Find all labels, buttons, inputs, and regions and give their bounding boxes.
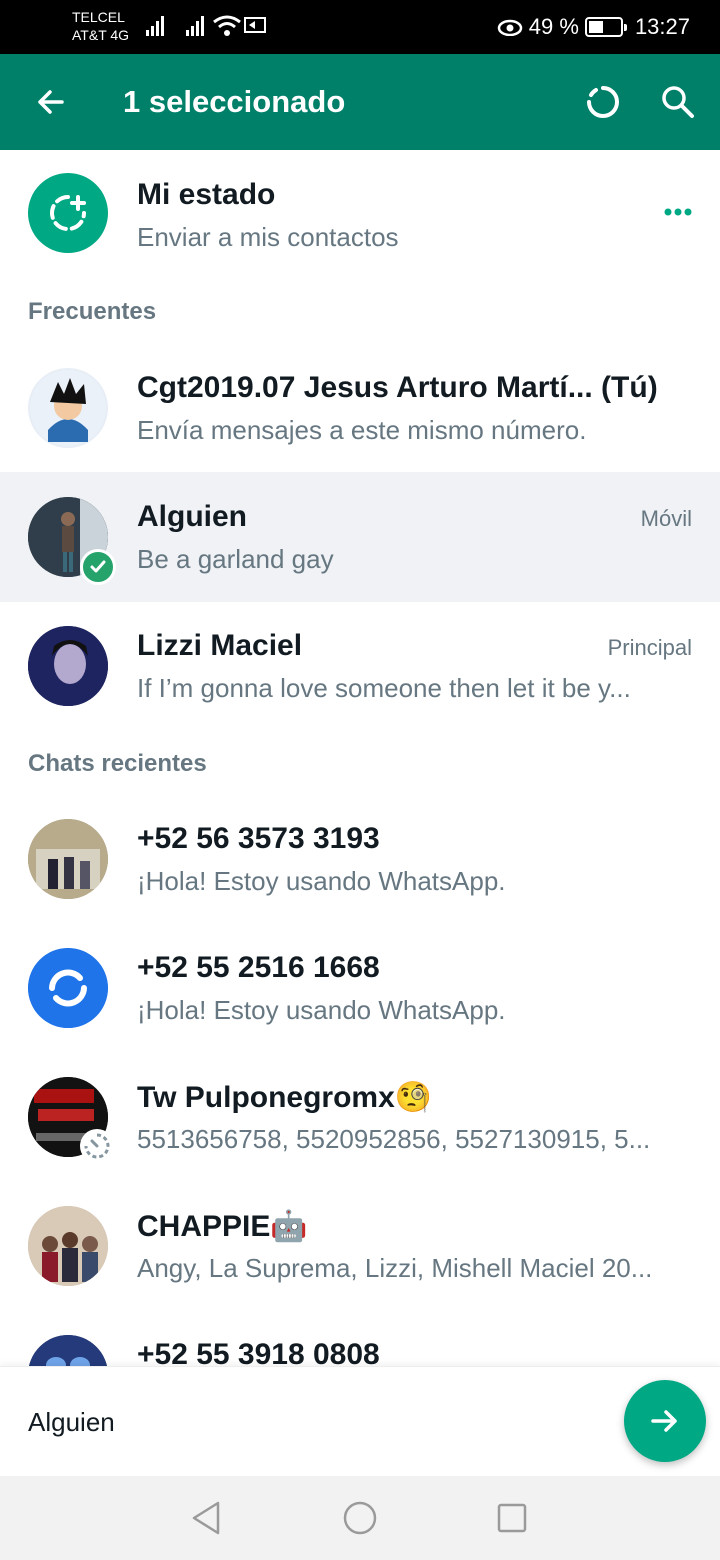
my-status-title: Mi estado: [137, 178, 276, 211]
contact-subtitle: If I’m gonna love someone then let it be…: [137, 673, 631, 703]
contact-row-selected[interactable]: Alguien Be a garland gay Móvil: [0, 472, 720, 602]
avatar: [28, 1206, 108, 1286]
avatar: [28, 819, 108, 899]
square-recents-icon: [497, 1503, 527, 1533]
eye-comfort-icon: [497, 19, 523, 36]
back-button[interactable]: [28, 80, 72, 124]
chat-name: +52 55 2516 1668: [137, 951, 380, 984]
add-status-icon: [50, 195, 86, 231]
nav-home-button[interactable]: [340, 1498, 380, 1538]
avatar: [28, 1335, 108, 1366]
chat-name: +52 55 3918 0808: [137, 1338, 380, 1366]
nav-recents-button[interactable]: [492, 1498, 532, 1538]
chat-name: CHAPPIE🤖: [137, 1210, 308, 1243]
chat-row[interactable]: CHAPPIE🤖 Angy, La Suprema, Lizzi, Mishel…: [0, 1181, 720, 1311]
send-button[interactable]: [624, 1380, 706, 1462]
contact-phone-type: Principal: [607, 635, 692, 660]
section-header-frequent: Frecuentes: [28, 298, 157, 325]
chat-row[interactable]: Tw Pulponegromx🧐 5513656758, 5520952856,…: [0, 1052, 720, 1182]
selection-bar: Alguien: [0, 1366, 720, 1476]
triangle-back-icon: [192, 1501, 220, 1535]
my-status-row[interactable]: Mi estado Enviar a mis contactos: [0, 150, 720, 280]
contact-name: Alguien: [137, 500, 247, 533]
chat-subtitle: ¡Hola! Estoy usando WhatsApp.: [137, 995, 506, 1025]
contact-phone-type: Móvil: [640, 506, 692, 531]
carrier-name-2: AT&T 4G: [72, 27, 130, 43]
carrier-info: TELCEL AT&T 4G: [72, 8, 129, 44]
avatar: [28, 497, 116, 585]
contact-subtitle: Envía mensajes a este mismo número.: [137, 415, 587, 445]
avatar: [28, 1077, 114, 1163]
contact-row[interactable]: Cgt2019.07 Jesus Arturo Martí... (Tú) En…: [0, 343, 720, 473]
my-status-avatar[interactable]: [28, 173, 108, 253]
battery-percent: 49 %: [528, 14, 579, 39]
system-nav-bar: [0, 1476, 720, 1560]
status-button[interactable]: [581, 80, 625, 124]
status-right: 49 % 13:27: [497, 14, 690, 40]
avatar: [28, 948, 108, 1028]
clock: 13:27: [634, 14, 690, 39]
selected-check-icon: [80, 549, 116, 585]
battery-icon: [584, 17, 627, 37]
section-header-recent: Chats recientes: [28, 750, 207, 777]
avatar: [28, 368, 108, 448]
chat-subtitle: ¡Hola! Estoy usando WhatsApp.: [137, 866, 506, 896]
signal-icon: [146, 14, 164, 36]
nav-back-button[interactable]: [186, 1498, 226, 1538]
chat-name: +52 56 3573 3193: [137, 822, 380, 855]
status-bar: TELCEL AT&T 4G 49 % 13:27: [0, 0, 720, 54]
chat-subtitle: Angy, La Suprema, Lizzi, Mishell Maciel …: [137, 1253, 653, 1283]
app-bar: 1 seleccionado: [0, 54, 720, 150]
arrow-right-icon: [651, 1410, 677, 1432]
timer-icon: [80, 1129, 114, 1163]
more-options-button[interactable]: [664, 208, 692, 220]
chat-row[interactable]: +52 56 3573 3193 ¡Hola! Estoy usando Wha…: [0, 794, 720, 924]
signal-icon: [186, 14, 204, 36]
contact-subtitle: Be a garland gay: [137, 544, 334, 574]
circle-home-icon: [343, 1501, 377, 1535]
nfc-icon: [244, 17, 266, 33]
more-dots-icon: [664, 208, 692, 216]
my-status-subtitle: Enviar a mis contactos: [137, 222, 399, 252]
wifi-icon: [213, 15, 241, 36]
avatar: [28, 626, 108, 706]
contact-name: Lizzi Maciel: [137, 629, 303, 662]
carrier-name-1: TELCEL: [72, 9, 125, 25]
page-title: 1 seleccionado: [123, 84, 346, 119]
search-icon: [662, 86, 694, 118]
chat-row[interactable]: +52 55 2516 1668 ¡Hola! Estoy usando Wha…: [0, 923, 720, 1053]
selected-contacts-text: Alguien: [28, 1407, 115, 1437]
circle-dashed-icon: [587, 86, 619, 118]
search-button[interactable]: [656, 80, 700, 124]
chat-row[interactable]: +52 55 3918 0808: [0, 1310, 720, 1366]
chat-subtitle: 5513656758, 5520952856, 5527130915, 5...: [137, 1124, 651, 1154]
back-arrow-icon: [38, 90, 64, 114]
contact-row[interactable]: Lizzi Maciel If I’m gonna love someone t…: [0, 601, 720, 731]
contact-name: Cgt2019.07 Jesus Arturo Martí... (Tú): [137, 371, 658, 404]
chat-name: Tw Pulponegromx🧐: [137, 1081, 433, 1114]
